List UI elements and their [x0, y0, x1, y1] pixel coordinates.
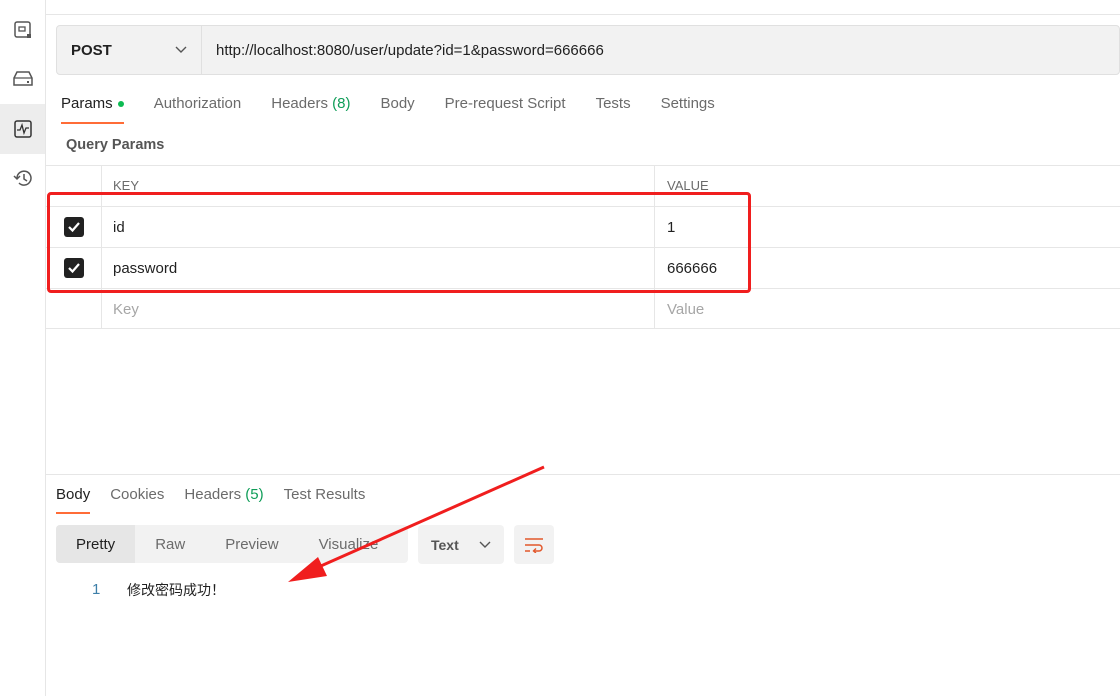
view-raw[interactable]: Raw — [135, 525, 205, 563]
tab-pre-request-script[interactable]: Pre-request Script — [445, 95, 566, 125]
response-tabs: Body Cookies Headers (5) Test Results — [56, 486, 385, 516]
chevron-down-icon — [479, 541, 491, 548]
tab-label: Test Results — [283, 486, 366, 503]
tab-tests[interactable]: Tests — [596, 95, 631, 125]
view-pretty[interactable]: Pretty — [56, 525, 136, 563]
tab-label: Pre-request Script — [444, 95, 566, 112]
divider — [46, 474, 1120, 475]
view-mode-toggle: Pretty Raw Preview Visualize — [56, 525, 408, 563]
tab-settings[interactable]: Settings — [661, 95, 715, 125]
url-input[interactable]: http://localhost:8080/user/update?id=1&p… — [202, 26, 604, 74]
tab-count: (5) — [245, 486, 264, 503]
format-label: Text — [431, 536, 459, 553]
view-preview[interactable]: Preview — [205, 525, 298, 563]
wrap-lines-button[interactable] — [514, 525, 554, 564]
response-body-text: 修改密码成功！ — [127, 583, 225, 599]
tab-params[interactable]: Params — [61, 95, 124, 125]
tab-label: Cookies — [110, 486, 165, 503]
status-dot — [117, 101, 124, 108]
request-bar: POST http://localhost:8080/user/update?i… — [56, 25, 1120, 75]
collections-icon[interactable] — [0, 5, 45, 55]
key-header: KEY — [113, 178, 140, 193]
chevron-down-icon — [175, 46, 187, 53]
format-select[interactable]: Text — [418, 525, 504, 564]
tab-response-body[interactable]: Body — [56, 486, 91, 516]
history-icon[interactable] — [0, 153, 45, 203]
tab-label: Tests — [595, 95, 631, 112]
request-tabs: Params Authorization Headers (8) Body Pr… — [61, 95, 745, 125]
tab-label: Authorization — [153, 95, 242, 112]
tab-count: (8) — [332, 95, 351, 112]
tab-label: Params — [61, 95, 113, 112]
view-visualize[interactable]: Visualize — [299, 525, 399, 563]
monitors-icon[interactable] — [0, 104, 45, 154]
value-input[interactable]: Value — [654, 289, 704, 328]
tab-label: Headers — [271, 95, 328, 112]
tab-label: Headers — [184, 486, 242, 503]
tab-body[interactable]: Body — [380, 95, 414, 125]
tab-label: Body — [56, 486, 91, 503]
tab-authorization[interactable]: Authorization — [154, 95, 242, 125]
section-title: Query Params — [66, 137, 165, 153]
tab-label: Settings — [660, 95, 715, 112]
tab-label: Body — [380, 95, 415, 112]
table-row-new: Key Value — [46, 288, 1120, 329]
divider — [46, 14, 1120, 15]
method-label: POST — [71, 41, 112, 59]
environments-icon[interactable] — [0, 54, 45, 104]
tab-headers[interactable]: Headers (8) — [271, 95, 350, 125]
wrap-icon — [525, 537, 543, 553]
tab-response-headers[interactable]: Headers (5) — [184, 486, 263, 516]
tab-cookies[interactable]: Cookies — [110, 486, 164, 516]
line-number: 1 — [92, 581, 101, 598]
tab-test-results[interactable]: Test Results — [284, 486, 366, 516]
method-select[interactable]: POST — [57, 26, 202, 74]
annotation-box — [47, 192, 751, 293]
sidebar — [0, 0, 46, 696]
key-input[interactable]: Key — [113, 301, 139, 318]
